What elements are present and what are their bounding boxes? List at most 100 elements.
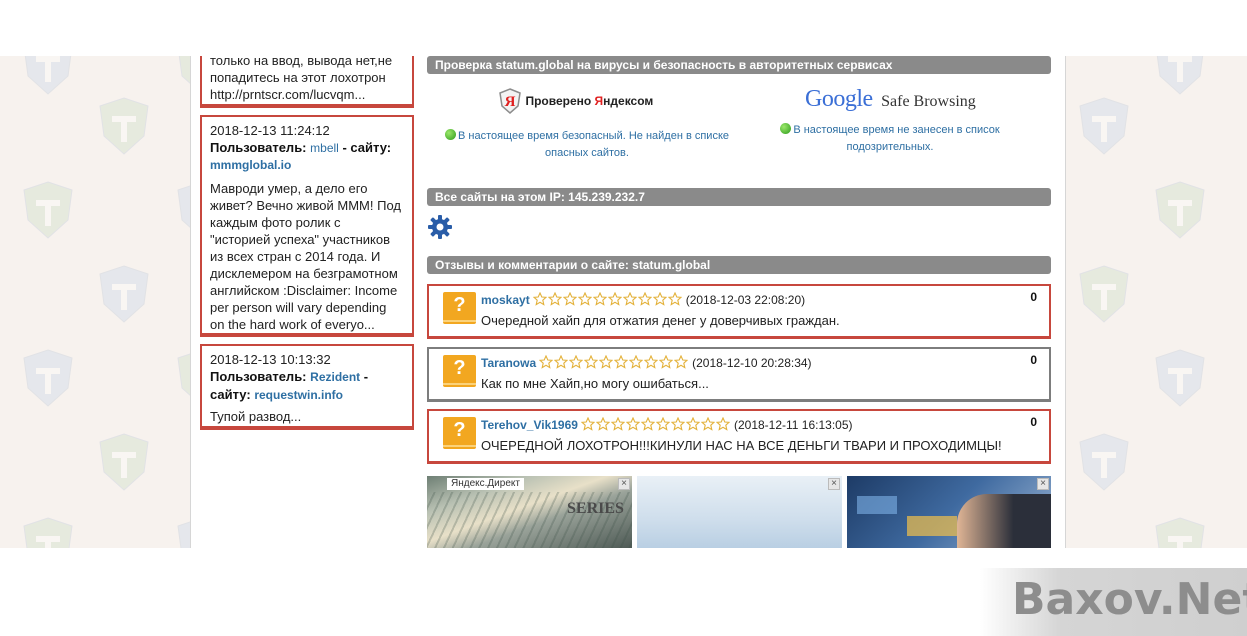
comment-line: только на ввод, вывода нет,не <box>210 56 393 68</box>
empty-star-icon[interactable] <box>637 291 653 306</box>
empty-star-icon[interactable] <box>715 416 731 431</box>
close-ad-button[interactable]: × <box>828 478 840 490</box>
review-card[interactable]: ? moskayt (2018-12-03 22:08:20) 0 Очередной … <box>427 284 1051 339</box>
google-safe-browsing[interactable]: Google Safe Browsing <box>805 86 976 113</box>
rating-stars[interactable] <box>538 354 689 373</box>
review-user-link[interactable]: Taranowa <box>481 356 536 370</box>
close-ad-button[interactable]: × <box>1037 478 1049 490</box>
ad-banner-sky[interactable]: × <box>637 476 842 548</box>
google-logo: Google <box>805 86 873 112</box>
yandex-direct-label[interactable]: Яндекс.Директ <box>447 478 524 490</box>
comment-author-line: Пользователь: Rezident - сайту: requestw… <box>210 368 404 404</box>
watermark-shield-icon <box>99 265 149 323</box>
google-status: В настоящее время не занесен в список по… <box>775 122 1005 156</box>
watermark-shield-icon <box>23 181 73 239</box>
close-ad-button[interactable]: × <box>618 478 630 490</box>
watermark-shield-icon <box>1155 181 1205 239</box>
ad-banner-touchscreen[interactable]: × <box>847 476 1051 548</box>
review-score: 0 <box>1030 290 1037 304</box>
watermark-shield-icon <box>1079 433 1129 491</box>
rating-stars[interactable] <box>580 416 731 435</box>
review-card[interactable]: ? Terehov_Vik1969 (2018-12-11 16:13:05) 0 ОЧ… <box>427 409 1051 464</box>
empty-star-icon[interactable] <box>622 291 638 306</box>
empty-star-icon[interactable] <box>658 354 674 369</box>
comment-text: Тупой развод... <box>210 409 302 424</box>
empty-star-icon[interactable] <box>685 416 701 431</box>
ad-banner-money[interactable]: SERIES Яндекс.Директ × <box>427 476 632 548</box>
empty-star-icon[interactable] <box>628 354 644 369</box>
empty-star-icon[interactable] <box>532 291 548 306</box>
empty-star-icon[interactable] <box>580 416 596 431</box>
empty-star-icon[interactable] <box>652 291 668 306</box>
rating-stars[interactable] <box>532 291 683 310</box>
comment-site-link[interactable]: mmmglobal.io <box>210 157 404 174</box>
watermark: Baxov.Net <box>980 568 1247 636</box>
question-avatar-icon: ? <box>443 355 476 387</box>
empty-star-icon[interactable] <box>607 291 623 306</box>
latest-comment[interactable]: 2018-12-13 10:13:32 Пользователь: Rezide… <box>200 344 414 430</box>
page-content: только на ввод, вывода нет,не попадитесь… <box>190 56 1066 548</box>
empty-star-icon[interactable] <box>562 291 578 306</box>
empty-star-icon[interactable] <box>640 416 656 431</box>
svg-text:Я: Я <box>505 94 516 110</box>
latest-comment[interactable]: только на ввод, вывода нет,не попадитесь… <box>200 56 414 108</box>
review-score: 0 <box>1030 353 1037 367</box>
review-text: Как по мне Хайп,но могу ошибаться... <box>481 376 709 391</box>
comment-user-link[interactable]: Rezident <box>310 370 360 384</box>
review-user-link[interactable]: Terehov_Vik1969 <box>481 418 578 432</box>
comment-author-line: Пользователь: mbell - сайту: mmmglobal.i… <box>210 139 404 174</box>
review-header: Terehov_Vik1969 (2018-12-11 16:13:05) <box>481 416 853 435</box>
empty-star-icon[interactable] <box>577 291 593 306</box>
safe-browsing-label: Safe Browsing <box>881 93 976 110</box>
comment-user-link[interactable]: mbell <box>310 141 339 155</box>
yandex-shield-icon: Я <box>499 88 521 114</box>
empty-star-icon[interactable] <box>598 354 614 369</box>
settings-gear-icon[interactable] <box>427 214 453 240</box>
watermark-shield-icon <box>24 56 72 95</box>
review-score: 0 <box>1030 415 1037 429</box>
empty-star-icon[interactable] <box>547 291 563 306</box>
comment-date: 2018-12-13 10:13:32 <box>210 352 331 367</box>
watermark-shield-icon <box>99 97 149 155</box>
empty-star-icon[interactable] <box>655 416 671 431</box>
empty-star-icon[interactable] <box>595 416 611 431</box>
empty-star-icon[interactable] <box>538 354 554 369</box>
banner-text: SERIES <box>567 500 624 517</box>
comment-text: Мавроди умер, а дело его живет? Вечно жи… <box>210 181 401 332</box>
empty-star-icon[interactable] <box>700 416 716 431</box>
watermark-shield-icon <box>23 517 73 548</box>
review-date: (2018-12-03 22:08:20) <box>685 293 806 307</box>
empty-star-icon[interactable] <box>610 416 626 431</box>
empty-star-icon[interactable] <box>643 354 659 369</box>
review-card[interactable]: ? Taranowa (2018-12-10 20:28:34) 0 Как по мн… <box>427 347 1051 402</box>
empty-star-icon[interactable] <box>583 354 599 369</box>
empty-star-icon[interactable] <box>625 416 641 431</box>
watermark-shield-icon <box>1079 97 1129 155</box>
screenshot-stage: только на ввод, вывода нет,не попадитесь… <box>0 0 1247 636</box>
yandex-check[interactable]: Я Проверено Яндексом <box>499 88 653 114</box>
green-check-icon <box>444 129 456 140</box>
reviews-section-header: Отзывы и комментарии о сайте: statum.glo… <box>427 256 1051 274</box>
empty-star-icon[interactable] <box>673 354 689 369</box>
empty-star-icon[interactable] <box>613 354 629 369</box>
watermark-shield-icon <box>99 433 149 491</box>
question-avatar-icon: ? <box>443 292 476 324</box>
watermark-shield-icon <box>1156 56 1204 95</box>
watermark-shield-icon <box>1079 265 1129 323</box>
review-header: moskayt (2018-12-03 22:08:20) <box>481 291 806 310</box>
empty-star-icon[interactable] <box>670 416 686 431</box>
comment-line: попадитесь на этот лохотрон <box>210 70 386 85</box>
green-check-icon <box>780 123 792 134</box>
latest-comment[interactable]: 2018-12-13 11:24:12 Пользователь: mbell … <box>200 115 414 337</box>
empty-star-icon[interactable] <box>667 291 683 306</box>
review-header: Taranowa (2018-12-10 20:28:34) <box>481 354 812 373</box>
comment-site-link[interactable]: requestwin.info <box>254 388 343 402</box>
empty-star-icon[interactable] <box>592 291 608 306</box>
comment-date: 2018-12-13 11:24:12 <box>210 123 330 138</box>
empty-star-icon[interactable] <box>553 354 569 369</box>
watermark-shield-icon <box>1155 349 1205 407</box>
question-avatar-icon: ? <box>443 417 476 449</box>
yandex-status: В настоящее время безопасный. Не найден … <box>435 128 739 162</box>
review-user-link[interactable]: moskayt <box>481 293 530 307</box>
empty-star-icon[interactable] <box>568 354 584 369</box>
